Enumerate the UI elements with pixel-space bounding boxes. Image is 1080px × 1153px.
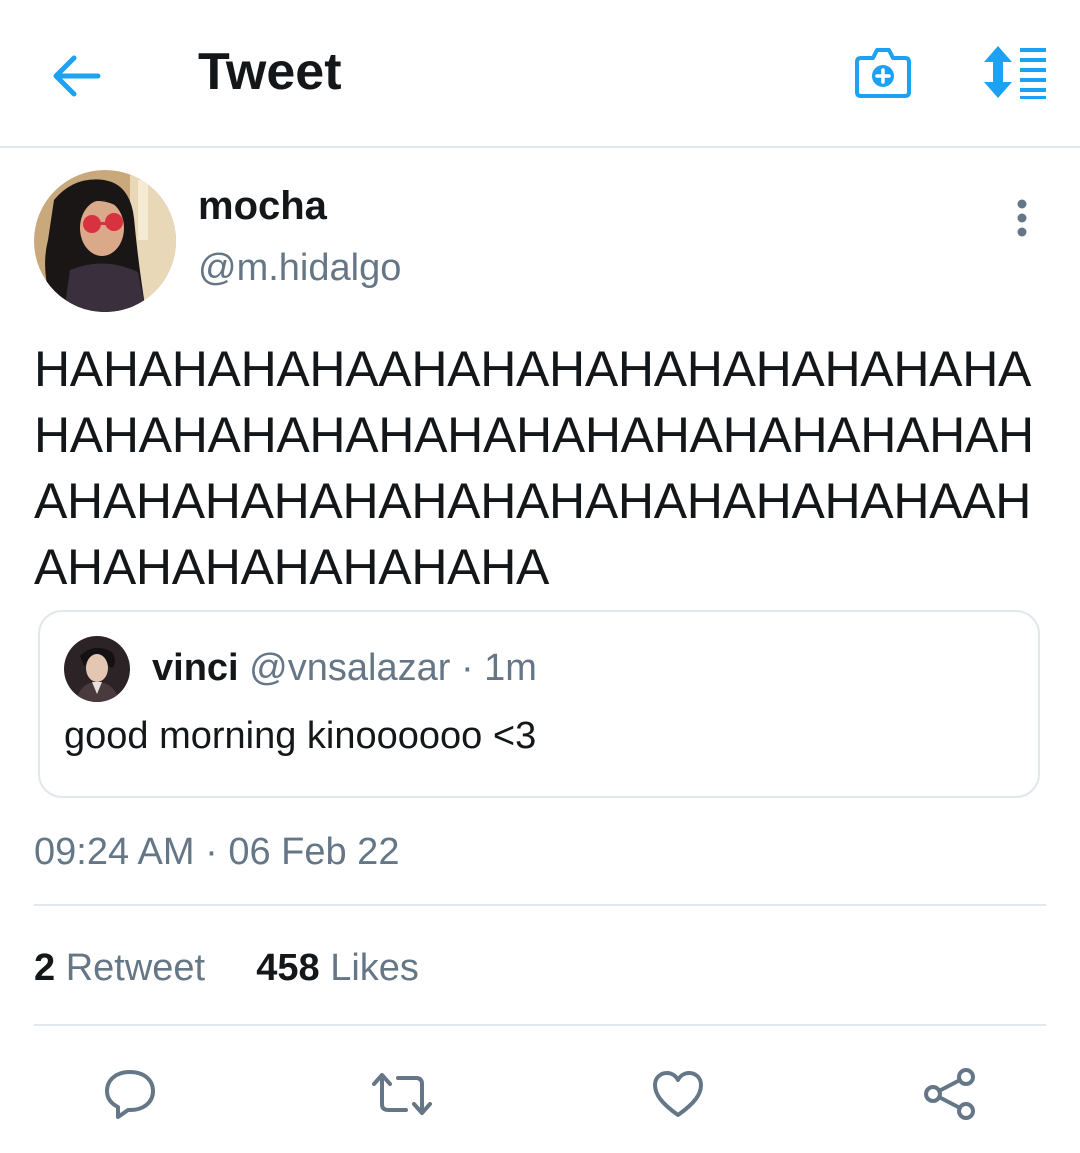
sort-list-icon bbox=[984, 46, 1046, 99]
author-handle[interactable]: @m.hidalgo bbox=[198, 244, 401, 292]
quote-avatar bbox=[64, 636, 130, 702]
like-count: 458 bbox=[256, 947, 320, 989]
quote-header: vinci @vnsalazar · 1m bbox=[152, 644, 537, 692]
quote-separator: · bbox=[460, 647, 474, 689]
quote-text: good morning kinoooooo <3 bbox=[64, 715, 537, 757]
tweet-stats: 2 Retweet 458 Likes bbox=[34, 944, 419, 992]
like-button[interactable] bbox=[646, 1062, 710, 1126]
sort-button[interactable] bbox=[976, 40, 1050, 104]
share-button[interactable] bbox=[918, 1062, 982, 1126]
quote-avatar-photo bbox=[64, 636, 130, 702]
retweet-icon bbox=[372, 1073, 432, 1115]
more-vertical-icon bbox=[1017, 199, 1027, 237]
quote-display-name: vinci bbox=[152, 647, 239, 689]
reply-icon bbox=[105, 1070, 155, 1119]
author-display-name[interactable]: mocha bbox=[198, 182, 327, 230]
quote-handle: @vnsalazar bbox=[249, 647, 451, 689]
arrow-left-icon bbox=[53, 55, 101, 97]
avatar-photo bbox=[34, 170, 176, 312]
page-title: Tweet bbox=[198, 43, 342, 101]
like-icon bbox=[653, 1071, 703, 1117]
camera-plus-icon bbox=[855, 48, 911, 98]
back-button[interactable] bbox=[44, 44, 108, 108]
quote-time: 1m bbox=[484, 647, 537, 689]
retweet-stat[interactable]: 2 Retweet bbox=[34, 947, 216, 989]
divider bbox=[34, 1024, 1046, 1026]
tweet-text: HAHAHAHAHAAHAHAHAHAHAHAHAHAHAHAHAHAHAHAH… bbox=[34, 341, 1034, 595]
retweet-label: Retweet bbox=[65, 947, 206, 989]
top-app-bar: Tweet bbox=[0, 0, 1080, 148]
reply-button[interactable] bbox=[98, 1062, 162, 1126]
more-options-button[interactable] bbox=[996, 190, 1048, 246]
tweet-timestamp: 09:24 AM · 06 Feb 22 bbox=[34, 831, 400, 873]
like-stat[interactable]: 458 Likes bbox=[246, 947, 419, 989]
like-label: Likes bbox=[330, 947, 419, 989]
quoted-tweet[interactable]: vinci @vnsalazar · 1m good morning kinoo… bbox=[38, 610, 1040, 798]
share-icon bbox=[924, 1068, 975, 1120]
divider bbox=[34, 904, 1046, 906]
retweet-button[interactable] bbox=[370, 1062, 434, 1126]
author-avatar[interactable] bbox=[34, 170, 176, 312]
camera-button[interactable] bbox=[850, 40, 916, 104]
retweet-count: 2 bbox=[34, 947, 56, 989]
